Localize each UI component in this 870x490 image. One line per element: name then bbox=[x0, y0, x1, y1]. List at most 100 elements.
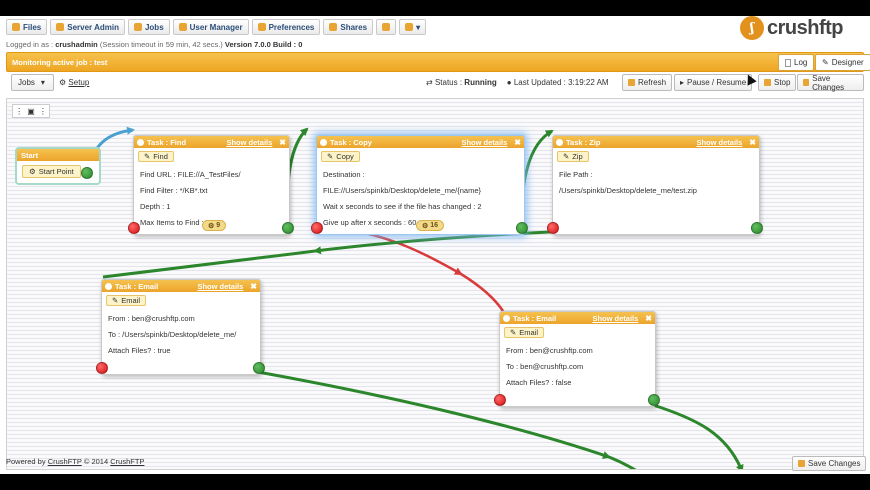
monitor-title: Monitoring active job : test bbox=[12, 58, 108, 67]
designer-canvas[interactable]: ⋮ ▣ ⋮ Start ⚙ Start Point Task: Find Sh… bbox=[6, 98, 864, 470]
success-connector[interactable] bbox=[648, 394, 660, 406]
close-icon[interactable]: ✖ bbox=[514, 138, 521, 147]
task-node-copy[interactable]: Task : Copy Show details ✖ ✎ Copy Destinati… bbox=[311, 135, 528, 235]
show-details-link[interactable]: Show details bbox=[461, 138, 507, 147]
nav-extra-button[interactable] bbox=[376, 19, 397, 35]
jobs-dropdown[interactable]: Jobs ▾ bbox=[11, 74, 54, 91]
task-header: Task : Email Show details ✖ bbox=[102, 280, 260, 292]
status-area: ⇄ Status : Running ● Last Updated : 3:19… bbox=[426, 78, 609, 87]
link-zip-to-email-tail bbox=[102, 249, 316, 279]
version-info: Version 7.0.0 Build : 0 bbox=[224, 40, 303, 49]
success-connector[interactable] bbox=[253, 362, 265, 374]
close-icon[interactable]: ✖ bbox=[279, 138, 286, 147]
crushftp-window: Files Server Admin Jobs User Manager Pre… bbox=[0, 16, 870, 474]
stop-button[interactable]: Stop bbox=[758, 74, 797, 91]
link-copy-fail-tail bbox=[460, 272, 505, 312]
failure-connector[interactable] bbox=[311, 222, 323, 234]
log-tab[interactable]: Log bbox=[778, 54, 815, 71]
task-field: FILE://Users/spinkb/Desktop/delete_me/{n… bbox=[323, 186, 481, 195]
crushftp-link[interactable]: CrushFTP bbox=[48, 457, 82, 466]
task-field: To : /Users/spinkb/Desktop/delete_me/ bbox=[108, 330, 237, 339]
task-node-email-2[interactable]: Task : Email Show details ✖ ✎ Email From : … bbox=[494, 311, 660, 407]
start-output-connector[interactable] bbox=[81, 167, 93, 179]
footer-save-changes-button[interactable]: Save Changes bbox=[792, 456, 867, 471]
failure-connector[interactable] bbox=[128, 222, 140, 234]
nav-user-manager-button[interactable]: User Manager bbox=[172, 19, 249, 35]
save-icon bbox=[798, 460, 805, 467]
close-icon[interactable]: ✖ bbox=[250, 282, 257, 291]
task-field: Attach Files? : true bbox=[108, 346, 171, 355]
link-email1-tail bbox=[608, 455, 637, 469]
play-icon: ▸ bbox=[680, 78, 685, 87]
setup-link[interactable]: ⚙ Setup bbox=[59, 78, 89, 87]
gear-icon bbox=[320, 138, 327, 146]
image-icon bbox=[405, 23, 414, 31]
nav-server-admin-button[interactable]: Server Admin bbox=[50, 19, 125, 35]
chevron-down-icon: ▾ bbox=[416, 22, 421, 32]
failure-connector[interactable] bbox=[96, 362, 108, 374]
failure-connector[interactable] bbox=[547, 222, 559, 234]
task-field: Depth : 1 bbox=[140, 202, 171, 211]
show-details-link[interactable]: Show details bbox=[592, 314, 638, 323]
task-field: Attach Files? : false bbox=[506, 378, 572, 387]
show-details-link[interactable]: Show details bbox=[696, 138, 742, 147]
success-connector[interactable] bbox=[751, 222, 763, 234]
show-details-link[interactable]: Show details bbox=[197, 282, 243, 291]
gear-icon: ⚙ bbox=[208, 222, 215, 230]
task-type-tag: ✎ Find bbox=[138, 151, 174, 162]
task-field: Find URL : FILE://A_TestFiles/ bbox=[140, 170, 241, 179]
task-type-tag: ✎ Email bbox=[504, 327, 545, 338]
crushftp-link-2[interactable]: CrushFTP bbox=[110, 457, 144, 466]
status-value: Running bbox=[464, 78, 497, 87]
task-field: File Path : bbox=[559, 170, 593, 179]
save-changes-button[interactable]: Save Changes bbox=[797, 74, 864, 92]
close-icon[interactable]: ✖ bbox=[749, 138, 756, 147]
task-type-tag: ✎ Zip bbox=[557, 151, 589, 162]
user-icon bbox=[178, 23, 187, 31]
status-display: ⇄ Status : Running bbox=[426, 78, 497, 87]
task-fields: File Path : /Users/spinkb/Desktop/delete… bbox=[553, 162, 759, 199]
nav-files-button[interactable]: Files bbox=[6, 19, 48, 35]
pencil-icon: ✎ bbox=[112, 296, 119, 305]
task-header: Task : Copy Show details ✖ bbox=[317, 136, 524, 148]
refresh-button[interactable]: Refresh bbox=[622, 74, 673, 91]
nav-preferences-button[interactable]: Preferences bbox=[251, 19, 321, 35]
failure-connector[interactable] bbox=[494, 394, 506, 406]
nav-shares-button[interactable]: Shares bbox=[323, 19, 374, 35]
footer: Powered by CrushFTP © 2014 CrushFTP bbox=[6, 457, 145, 466]
item-count-badge: ⚙ 16 bbox=[416, 220, 445, 231]
task-node-email-1[interactable]: Task : Email Show details ✖ ✎ Email From : … bbox=[96, 279, 265, 375]
show-details-link[interactable]: Show details bbox=[226, 138, 272, 147]
pencil-icon: ✎ bbox=[327, 152, 334, 161]
jobs-icon bbox=[133, 23, 142, 31]
designer-tab[interactable]: ✎ Designer bbox=[815, 54, 870, 71]
shares-icon bbox=[329, 23, 338, 31]
nav-menu-button[interactable]: ▾ bbox=[399, 19, 427, 35]
pencil-icon: ✎ bbox=[144, 152, 151, 161]
gear-icon: ⚙ bbox=[59, 78, 67, 87]
link-find-to-copy bbox=[285, 127, 309, 229]
pencil-icon: ✎ bbox=[822, 58, 829, 67]
top-navigation: Files Server Admin Jobs User Manager Pre… bbox=[6, 19, 427, 35]
job-toolbar: Jobs ▾ ⚙ Setup ⇄ Status : Running ● Last … bbox=[6, 74, 864, 94]
task-field: To : ben@crushftp.com bbox=[506, 362, 584, 371]
gear-icon bbox=[105, 282, 112, 290]
task-field: /Users/spinkb/Desktop/delete_me/test.zip bbox=[559, 186, 697, 195]
gear-icon bbox=[556, 138, 563, 146]
task-node-zip[interactable]: Task : Zip Show details ✖ ✎ Zip File Path :… bbox=[547, 135, 763, 235]
pause-resume-button[interactable]: ▸ Pause / Resume bbox=[674, 74, 753, 91]
refresh-icon bbox=[628, 79, 635, 86]
exchange-icon: ⇄ bbox=[426, 78, 433, 87]
task-node-find[interactable]: Task : Find Show details ✖ ✎ Find Find URL … bbox=[128, 135, 294, 235]
start-node[interactable]: Start ⚙ Start Point bbox=[15, 147, 101, 185]
nav-jobs-button[interactable]: Jobs bbox=[127, 19, 170, 35]
close-icon[interactable]: ✖ bbox=[645, 314, 652, 323]
start-point-pill: ⚙ Start Point bbox=[22, 165, 81, 178]
stop-icon bbox=[764, 79, 771, 86]
start-node-title: Start bbox=[17, 149, 99, 161]
success-connector[interactable] bbox=[282, 222, 294, 234]
monitor-bar: Monitoring active job : test Log ✎ Design… bbox=[6, 52, 870, 72]
document-icon bbox=[785, 58, 791, 67]
task-header: Task : Zip Show details ✖ bbox=[553, 136, 759, 148]
success-connector[interactable] bbox=[516, 222, 528, 234]
